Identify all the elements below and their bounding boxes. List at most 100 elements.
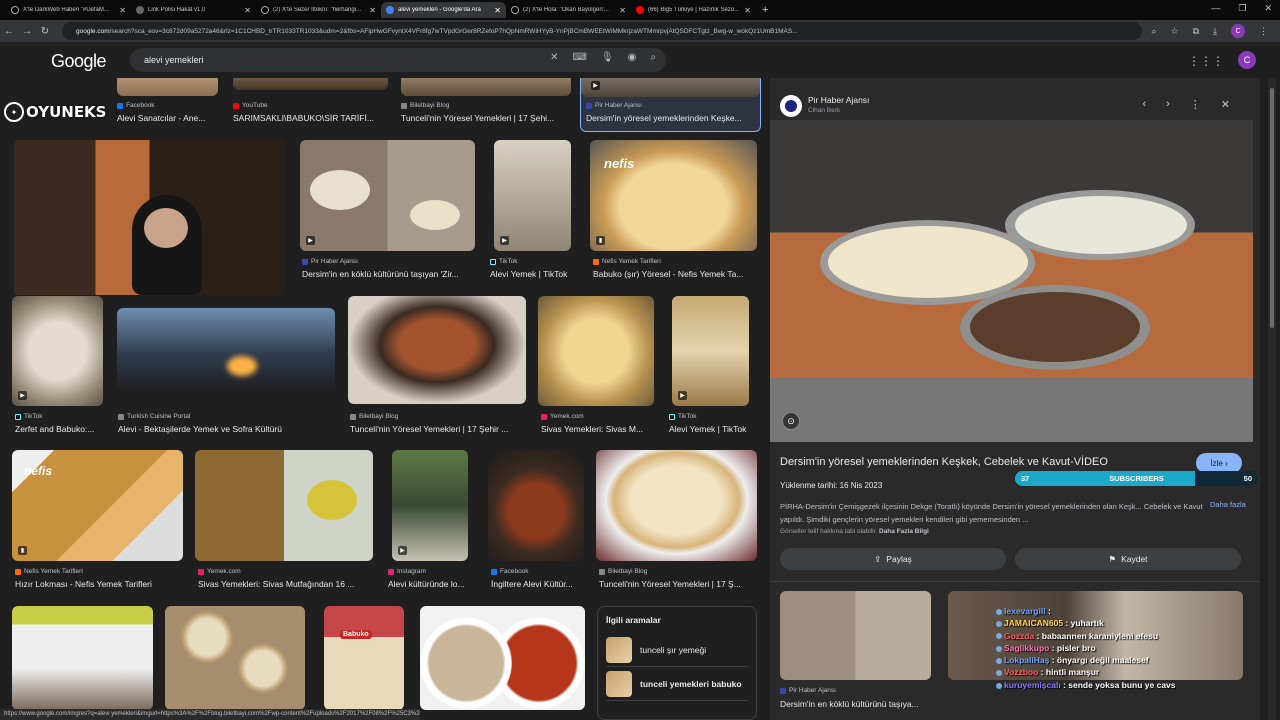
avatar[interactable]: C [1231,24,1245,38]
lens-icon[interactable]: ⊙ [782,412,800,430]
google-icon [386,6,394,14]
gif-icon: ▮ [596,236,605,245]
image-result[interactable]: ▶ [392,450,468,561]
play-icon: ▶ [678,391,687,400]
menu-icon[interactable]: ⋮ [1259,26,1268,37]
image-result[interactable]: ▶ [672,296,749,406]
browser-tab[interactable]: (2) X'te Sezer İlteknı: "herhangi... ✕ [256,2,381,18]
image-result[interactable] [165,606,305,710]
image-result[interactable] [117,78,218,96]
close-icon[interactable]: ✕ [1221,98,1230,111]
related-image[interactable] [780,591,931,680]
site-icon [350,413,356,420]
image-result[interactable] [12,606,153,710]
tiktok-icon [669,413,675,420]
share-button[interactable]: ⇪ Paylaş [780,548,1006,570]
close-icon[interactable]: ✕ [494,6,501,15]
tab-bar: X'te DarkWeb Haben "#UefaM... ✕ Link Poli… [0,0,1280,20]
related-caption[interactable]: Dersim'in en köklü kültürünü taşıya... [780,699,919,709]
chat-badge-icon [996,657,1002,664]
more-options-icon[interactable]: ⋮ [1190,98,1201,111]
more-info-link[interactable]: Daha Fazla Bilgi [879,528,929,535]
url-field[interactable]: google.com/search?sca_esv=3c872d09a5272a… [62,22,1142,40]
clear-icon[interactable]: ✕ [550,52,558,63]
apps-grid-icon[interactable]: ⋮⋮⋮ [1188,54,1224,68]
browser-tab[interactable]: (2) X'te Hola: "Okan Bayülgen'... ✕ [506,2,631,18]
avatar[interactable]: C [1238,51,1256,69]
site-icon [599,568,605,575]
preview-title[interactable]: Dersim'in yöresel yemeklerinden Keşkek, … [780,456,1108,468]
chat-badge-icon [996,608,1002,615]
image-result[interactable] [348,296,526,404]
camera-icon[interactable]: ◉ [628,52,637,63]
site-icon [593,258,599,265]
chat-message: LokpaliHaş : önyargı değil maalesef [996,654,1212,666]
download-icon[interactable]: ⤓ [1213,26,1217,37]
forward-icon[interactable]: → [18,26,36,37]
publisher-logo[interactable] [780,95,802,117]
youtube-icon [233,102,239,109]
close-icon[interactable]: ✕ [619,6,626,15]
search-icon[interactable]: ⌕ [650,52,656,63]
extensions-icon[interactable]: ⧉ [1193,26,1199,37]
scrollbar[interactable] [1268,78,1276,720]
image-result[interactable]: nefis ▮ [590,140,757,251]
image-result[interactable]: ▶ [494,140,571,251]
publisher-name[interactable]: Pir Haber Ajansı [808,95,869,105]
preview-description: PİRHA-Dersim'in Çemişgezek ilçesinin Dek… [780,502,1203,524]
nefis-logo: nefis [604,156,635,171]
play-icon: ▶ [306,236,315,245]
watch-button[interactable]: İzle › [1196,453,1242,473]
browser-tab[interactable]: Link Polisi Hakat v1.0 ✕ [131,2,256,18]
back-icon[interactable]: ← [0,26,18,37]
image-result[interactable] [401,78,571,96]
facebook-icon [491,568,497,575]
close-icon[interactable]: ✕ [119,6,126,15]
related-thumb [606,636,632,663]
related-search-item[interactable]: tunceli şır yemeği [606,633,748,667]
window-close-icon[interactable]: ✕ [1264,3,1272,14]
play-icon: ▶ [500,236,509,245]
next-icon[interactable]: › [1166,98,1170,111]
play-icon: ▶ [398,546,407,555]
image-result[interactable] [195,450,373,561]
chat-badge-icon [996,633,1002,640]
chat-message: lexevargill : [996,605,1212,617]
image-result[interactable] [488,450,584,561]
preview-image[interactable]: ⊙ [770,120,1253,442]
image-result[interactable] [233,78,388,90]
close-icon[interactable]: ✕ [369,6,376,15]
google-logo[interactable]: Google [51,51,107,72]
browser-tab[interactable]: (66) Big5 Türkiye | Hazırlık Sezo... ✕ [631,2,756,18]
image-result[interactable]: nefis ▮ [12,450,183,561]
image-result[interactable]: Babuko [324,606,404,710]
scrollbar-thumb[interactable] [1270,88,1274,328]
related-search-item[interactable]: tunceli yemekleri babuko [606,667,748,701]
reload-icon[interactable]: ↻ [36,26,54,37]
more-link[interactable]: Daha fazla [1210,500,1250,510]
bookmark-star-icon[interactable]: ☆ [1171,26,1179,37]
zoom-icon[interactable]: ⌕ [1151,26,1156,37]
image-result[interactable] [117,308,335,393]
image-result[interactable]: ▶ [12,296,103,406]
search-input[interactable]: alevi yemekleri ✕ ⌨ 🎙 ◉ ⌕ [130,48,666,72]
keyboard-icon[interactable]: ⌨ [573,52,587,63]
image-result[interactable]: ▶ [300,140,475,251]
previous-icon[interactable]: ‹ [1142,98,1146,111]
new-tab-icon[interactable]: + [762,4,768,16]
save-button[interactable]: ⚑ Kaydet [1015,548,1241,570]
browser-tab[interactable]: X'te DarkWeb Haben "#UefaM... ✕ [6,2,131,18]
image-result[interactable] [420,606,585,710]
site-icon [401,102,407,109]
close-icon[interactable]: ✕ [244,6,251,15]
browser-tab-active[interactable]: alevi yemekleri - Google'da Ara ✕ [381,2,506,18]
site-icon [780,687,786,694]
image-result[interactable] [538,296,654,406]
image-result[interactable] [596,450,757,561]
minimize-icon[interactable]: — [1211,3,1220,14]
maximize-icon[interactable]: ❐ [1238,3,1246,14]
microphone-icon[interactable]: 🎙 [601,52,614,63]
stream-chat-overlay: lexevargill : JAMAICAN605 : yuhartık Goz… [996,605,1212,691]
related-thumb [606,670,632,697]
close-icon[interactable]: ✕ [744,6,751,15]
